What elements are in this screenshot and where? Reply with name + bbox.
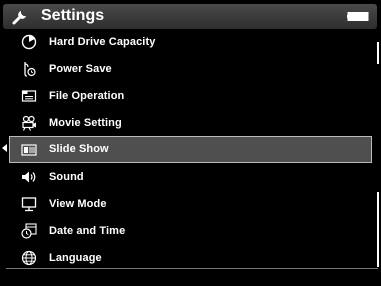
menu-item-file-operation[interactable]: File Operation xyxy=(0,83,372,110)
page-title: Settings xyxy=(41,7,105,24)
menu-item-power-save[interactable]: Power Save xyxy=(0,56,372,83)
menu-item-label: File Operation xyxy=(49,90,125,102)
power-save-icon xyxy=(24,62,36,77)
menu-item-label: Power Save xyxy=(49,63,112,75)
menu-item-label: View Mode xyxy=(49,198,107,210)
menu-item-label: Hard Drive Capacity xyxy=(49,36,156,48)
menu-item-view-mode[interactable]: View Mode xyxy=(0,191,372,218)
menu-item-hard-drive-capacity[interactable]: Hard Drive Capacity xyxy=(0,29,372,56)
menu-item-date-and-time[interactable]: Date and Time xyxy=(0,218,372,245)
pie-chart-icon xyxy=(21,34,37,50)
battery-icon xyxy=(347,12,369,21)
file-operation-icon xyxy=(21,90,37,102)
title-bar: Settings xyxy=(3,4,377,29)
menu-item-label: Movie Setting xyxy=(49,117,122,129)
scrollbar[interactable] xyxy=(377,42,379,267)
menu-item-slide-show[interactable]: Slide Show xyxy=(9,136,372,163)
globe-icon xyxy=(21,250,37,266)
divider xyxy=(6,268,378,269)
menu-item-label: Slide Show xyxy=(49,143,109,155)
clock-icon xyxy=(21,223,37,239)
monitor-icon xyxy=(21,197,37,212)
wrench-icon xyxy=(12,11,26,25)
selection-pointer-icon xyxy=(2,144,7,152)
slide-show-icon xyxy=(21,144,37,156)
settings-screen: Settings Hard Drive Capacity Power Save xyxy=(0,0,381,286)
menu-item-label: Date and Time xyxy=(49,225,126,237)
scrollbar-track-segment xyxy=(377,42,379,64)
menu-item-sound[interactable]: Sound xyxy=(0,164,372,191)
menu-item-label: Sound xyxy=(49,171,84,183)
menu-item-movie-setting[interactable]: Movie Setting xyxy=(0,110,372,137)
speaker-icon xyxy=(22,171,36,183)
movie-camera-icon xyxy=(22,115,36,131)
scrollbar-track-segment xyxy=(377,192,379,267)
